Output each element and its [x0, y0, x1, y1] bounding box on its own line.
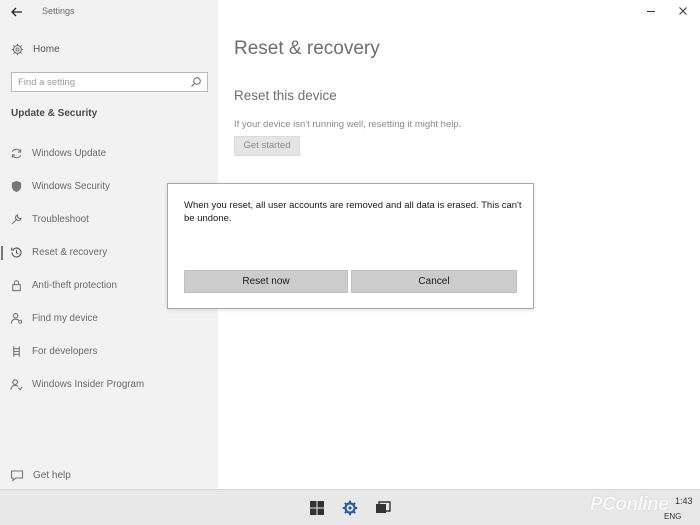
- get-started-button[interactable]: Get started: [234, 136, 300, 156]
- sidebar-item-for-developers[interactable]: For developers: [0, 341, 218, 363]
- close-icon[interactable]: [677, 5, 689, 17]
- sidebar-section-title: Update & Security: [11, 108, 98, 119]
- app-title: Settings: [42, 6, 75, 16]
- minimize-icon[interactable]: [645, 5, 657, 17]
- search-placeholder: Find a setting: [18, 77, 76, 88]
- wrench-icon: [11, 214, 22, 225]
- sidebar-item-windows-update[interactable]: Windows Update: [0, 143, 218, 165]
- get-help-link[interactable]: Get help: [0, 465, 218, 487]
- sidebar-item-find-my-device[interactable]: Find my device: [0, 308, 218, 330]
- cancel-button[interactable]: Cancel: [351, 270, 517, 293]
- sidebar-item-label: Windows Security: [32, 181, 110, 192]
- sidebar-item-label: Troubleshoot: [32, 214, 89, 225]
- reset-confirm-dialog: When you reset, all user accounts are re…: [167, 183, 534, 309]
- windows-start-icon[interactable]: [309, 500, 325, 516]
- page-title: Reset & recovery: [234, 38, 380, 59]
- person-location-icon: [10, 312, 23, 324]
- sidebar-item-label: Windows Insider Program: [32, 379, 145, 390]
- gear-icon: [11, 43, 24, 56]
- nav-home-label: Home: [33, 44, 60, 55]
- search-icon[interactable]: [190, 76, 202, 88]
- sidebar-item-label: Reset & recovery: [32, 247, 108, 258]
- sidebar-item-label: For developers: [32, 346, 98, 357]
- taskbar: PConline 1:43 ENG: [0, 489, 700, 525]
- section-heading: Reset this device: [234, 88, 337, 103]
- input-language[interactable]: ENG: [664, 512, 681, 521]
- sidebar-item-label: Find my device: [32, 313, 98, 324]
- developer-tools-icon: [13, 346, 20, 357]
- active-indicator: [1, 246, 3, 260]
- back-arrow-icon[interactable]: [10, 5, 24, 19]
- insider-icon: [10, 379, 23, 391]
- search-input[interactable]: Find a setting: [11, 72, 208, 92]
- task-view-icon[interactable]: [375, 500, 391, 516]
- get-help-label: Get help: [33, 470, 71, 481]
- chat-help-icon: [10, 470, 24, 482]
- section-description: If your device isn't running well, reset…: [234, 119, 462, 130]
- title-bar: Settings: [0, 0, 218, 24]
- settings-gear-icon[interactable]: [342, 500, 358, 516]
- sidebar-item-windows-insider[interactable]: Windows Insider Program: [0, 374, 218, 396]
- nav-home[interactable]: Home: [0, 39, 218, 61]
- shield-icon: [11, 180, 22, 193]
- dialog-message: When you reset, all user accounts are re…: [184, 200, 522, 224]
- lock-icon: [12, 280, 21, 292]
- sidebar-item-label: Windows Update: [32, 148, 107, 159]
- reset-now-button[interactable]: Reset now: [184, 270, 348, 293]
- clock-time[interactable]: 1:43: [675, 496, 693, 506]
- history-icon: [11, 247, 22, 258]
- sidebar-item-label: Anti-theft protection: [32, 280, 117, 291]
- watermark-logo: PConline: [590, 494, 669, 515]
- sync-icon: [11, 148, 22, 159]
